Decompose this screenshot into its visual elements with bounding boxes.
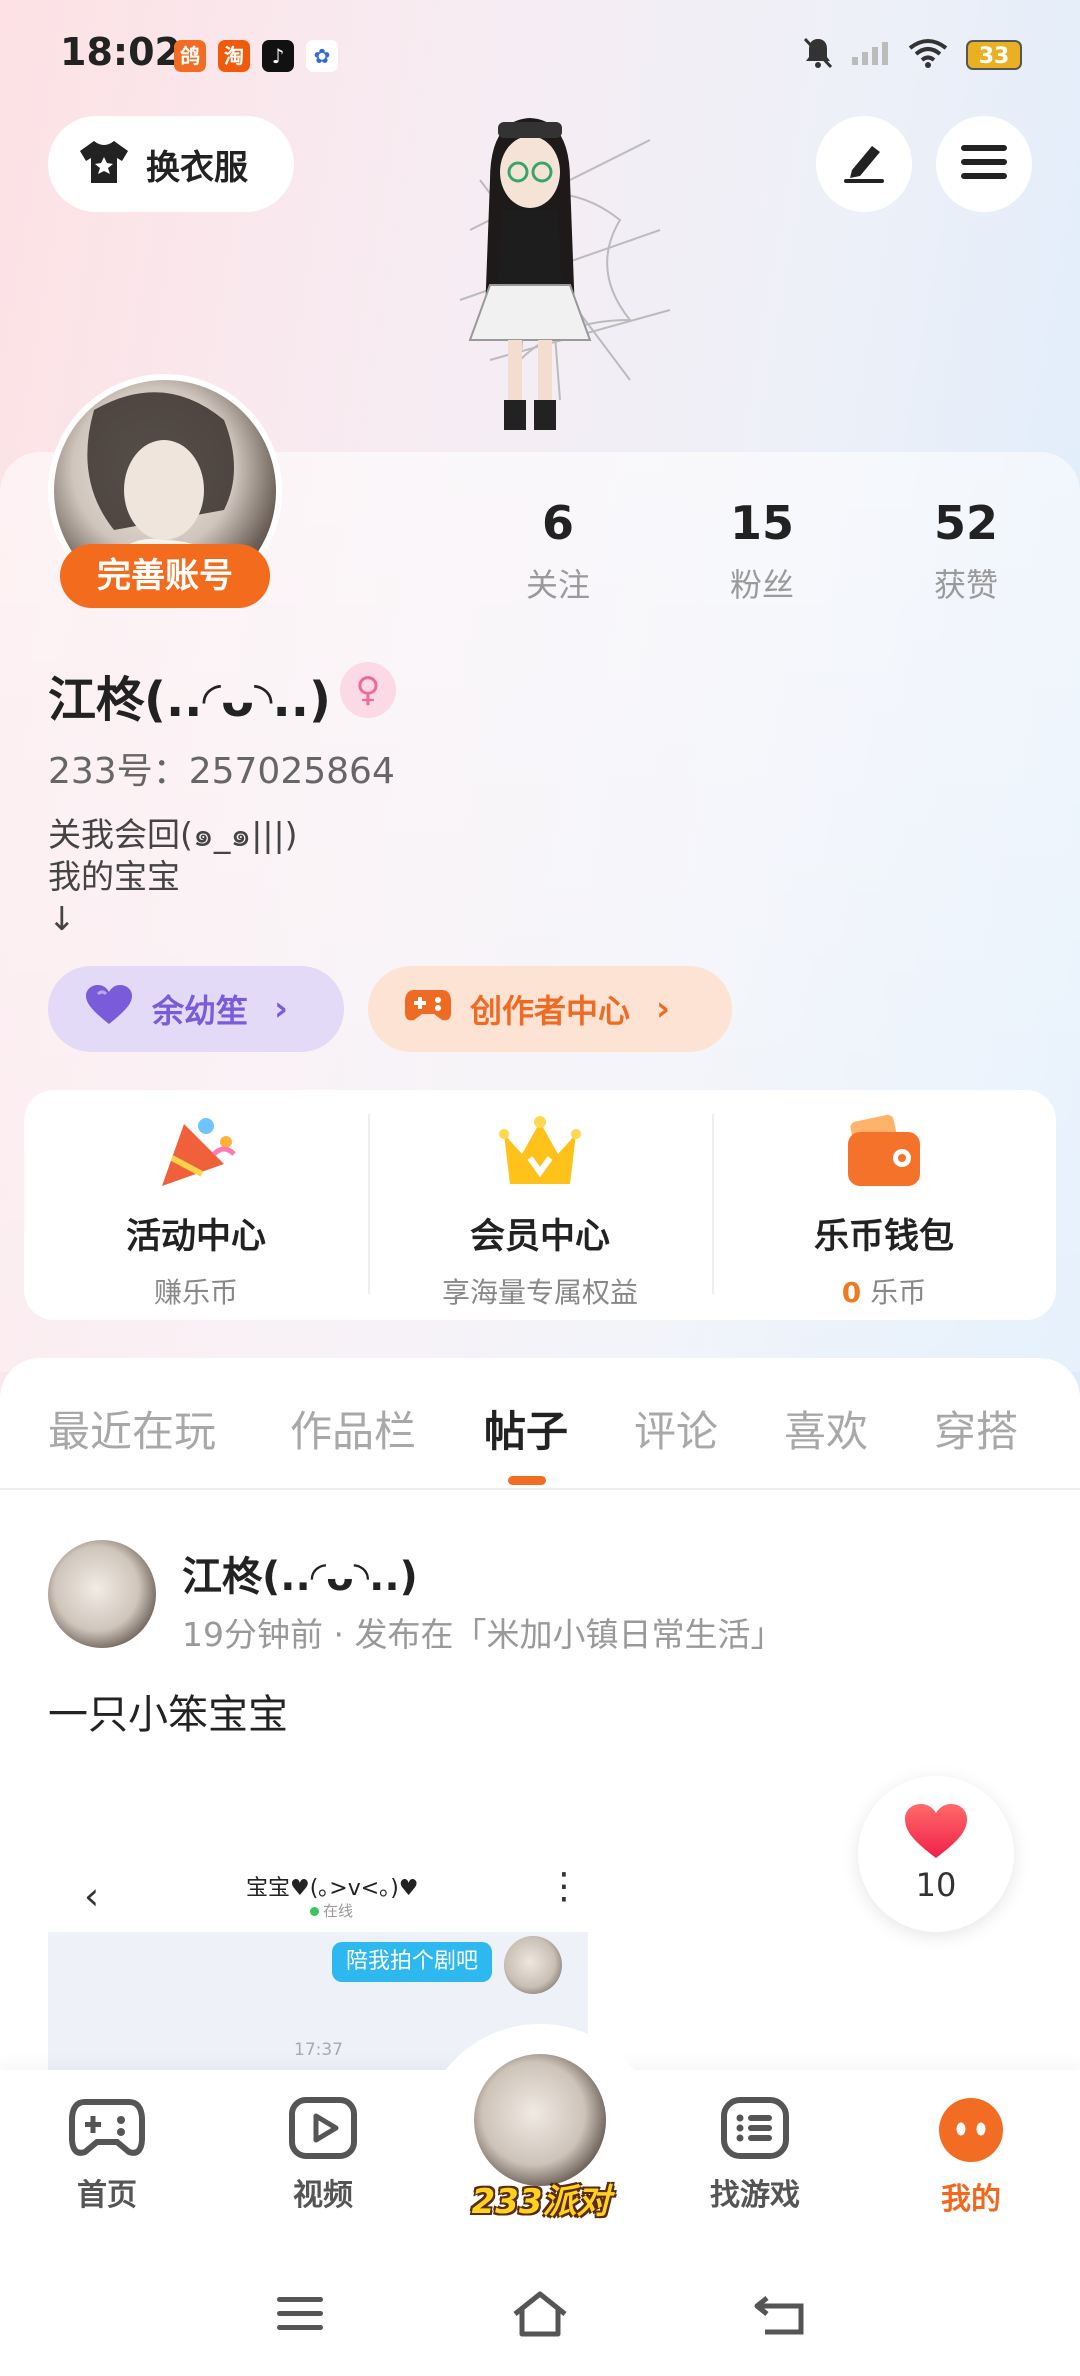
nav-me[interactable]: 我的 — [896, 2096, 1046, 2218]
wallet-pill-button[interactable]: 余幼笙 › — [48, 966, 344, 1052]
member-center-button[interactable]: 会员中心 享海量专属权益 — [368, 1090, 712, 1320]
profile-tabs: 最近在玩 作品栏 帖子 评论 喜欢 穿搭 — [0, 1358, 1080, 1490]
back-icon[interactable] — [750, 2288, 810, 2340]
post-image-chat-title: 宝宝♥(｡>v<｡)♥ — [246, 1876, 419, 1901]
stat-likes[interactable]: 52 获赞 — [896, 496, 1036, 606]
shirt-icon — [78, 139, 130, 189]
creator-center-label: 创作者中心 — [470, 992, 631, 1030]
following-count: 6 — [541, 496, 574, 550]
activity-center-button[interactable]: 活动中心 赚乐币 — [24, 1090, 368, 1320]
tab-likes[interactable]: 喜欢 — [784, 1398, 868, 1459]
more-vertical-icon: ⋮ — [546, 1866, 582, 1907]
creator-center-button[interactable]: 创作者中心 › — [368, 966, 732, 1052]
gamepad-icon — [404, 986, 452, 1032]
member-center-subtitle: 享海量专属权益 — [441, 1276, 638, 1309]
chevron-right-icon: › — [274, 989, 289, 1029]
signal-icon — [852, 41, 890, 69]
crown-icon — [498, 1114, 582, 1190]
stat-followers[interactable]: 15 粉丝 — [692, 496, 832, 606]
menu-button[interactable] — [936, 116, 1032, 212]
change-outfit-button[interactable]: 换衣服 — [48, 116, 294, 212]
complete-account-button[interactable]: 完善账号 — [60, 544, 270, 608]
post-image-chat-avatar — [504, 1936, 562, 1994]
post-image-online-label: 在线 — [323, 1902, 354, 1920]
status-bar: 18:02 鸽 淘 ♪ ✿ 33 — [0, 0, 1080, 110]
recents-menu-icon[interactable] — [270, 2288, 330, 2340]
nav-me-label: 我的 — [941, 2182, 1001, 2217]
tab-posts[interactable]: 帖子 — [484, 1398, 568, 1459]
chevron-left-icon: ‹ — [84, 1874, 100, 1918]
activity-center-subtitle: 赚乐币 — [153, 1276, 238, 1309]
taobao-icon: 淘 — [218, 40, 250, 72]
heart-icon — [858, 1802, 1014, 1864]
pen-icon — [840, 140, 888, 188]
nav-party-label[interactable]: 233派对 — [458, 2174, 624, 2223]
nav-home-label: 首页 — [77, 2178, 137, 2213]
baidu-icon: ✿ — [306, 40, 338, 72]
tab-works[interactable]: 作品栏 — [290, 1398, 416, 1459]
member-center-title: 会员中心 — [469, 1217, 610, 1257]
avatar-character-illustration[interactable] — [390, 100, 690, 450]
bio: 关我会回(๑_๑|||) 我的宝宝 ↓ — [48, 815, 298, 938]
battery-indicator: 33 — [966, 40, 1022, 70]
followers-label: 粉丝 — [729, 566, 794, 604]
post-image-online-status: 在线 — [310, 1900, 353, 1921]
post-image-chat-time: 17:37 — [294, 2040, 343, 2060]
coin-wallet-title: 乐币钱包 — [813, 1217, 954, 1257]
mute-bell-icon — [802, 36, 834, 74]
nav-find-games-label: 找游戏 — [710, 2178, 800, 2213]
post-text[interactable]: 一只小笨宝宝 — [48, 1682, 288, 1740]
likes-label: 获赞 — [933, 566, 998, 604]
chevron-right-icon: › — [656, 989, 671, 1029]
tab-outfits[interactable]: 穿搭 — [934, 1398, 1018, 1459]
list-icon — [720, 2097, 790, 2164]
coin-balance: 0 — [841, 1276, 862, 1309]
edit-profile-button[interactable] — [816, 116, 912, 212]
like-count: 10 — [915, 1866, 957, 1904]
service-card: 活动中心 赚乐币 会员中心 享海量专属权益 乐币钱包 0 乐币 — [24, 1090, 1056, 1320]
tab-comments[interactable]: 评论 — [634, 1398, 718, 1459]
nav-party-avatar[interactable] — [470, 2050, 610, 2190]
user-id[interactable]: 233号：257025864 — [48, 742, 395, 794]
wifi-icon — [908, 38, 948, 72]
clock: 18:02 — [60, 30, 181, 74]
followers-count: 15 — [729, 496, 794, 550]
following-label: 关注 — [525, 566, 590, 604]
home-icon[interactable] — [510, 2288, 570, 2340]
nav-video-label: 视频 — [293, 2178, 353, 2213]
hamburger-icon — [961, 143, 1007, 185]
likes-count: 52 — [933, 496, 998, 550]
coin-wallet-button[interactable]: 乐币钱包 0 乐币 — [712, 1090, 1056, 1320]
female-icon: ♀ — [340, 662, 396, 718]
post-author-name[interactable]: 江柊(..◜ᴗ◝..) — [182, 1544, 418, 1602]
coin-unit: 乐币 — [870, 1276, 927, 1309]
tiktok-icon: ♪ — [262, 40, 294, 72]
post-meta: 19分钟前 · 发布在「米加小镇日常生活」 — [182, 1615, 784, 1654]
nav-find-games[interactable]: 找游戏 — [680, 2096, 830, 2214]
party-popper-icon — [154, 1114, 238, 1190]
tab-recently-played[interactable]: 最近在玩 — [48, 1398, 216, 1459]
gamepad-icon — [69, 2099, 145, 2164]
post-author-avatar[interactable] — [48, 1540, 156, 1648]
heart-icon — [84, 984, 134, 1034]
active-tab-indicator — [508, 1476, 546, 1485]
wallet-pill-label: 余幼笙 — [152, 992, 249, 1030]
nav-video[interactable]: 视频 — [248, 2096, 398, 2214]
coin-wallet-subtitle: 0 乐币 — [712, 1271, 1056, 1311]
nav-home[interactable]: 首页 — [32, 2096, 182, 2214]
play-icon — [288, 2097, 358, 2164]
stat-following[interactable]: 6 关注 — [488, 496, 628, 606]
activity-center-title: 活动中心 — [125, 1217, 266, 1257]
nickname: 江柊(..◜ᴗ◝..) — [48, 672, 331, 728]
post-image-chat-bubble: 陪我拍个剧吧 — [331, 1942, 492, 1982]
like-button[interactable]: 10 — [858, 1776, 1014, 1932]
smiley-icon — [937, 2098, 1005, 2168]
change-outfit-label: 换衣服 — [146, 147, 248, 188]
wallet-icon — [842, 1114, 926, 1190]
app-orange-icon: 鸽 — [174, 40, 206, 72]
